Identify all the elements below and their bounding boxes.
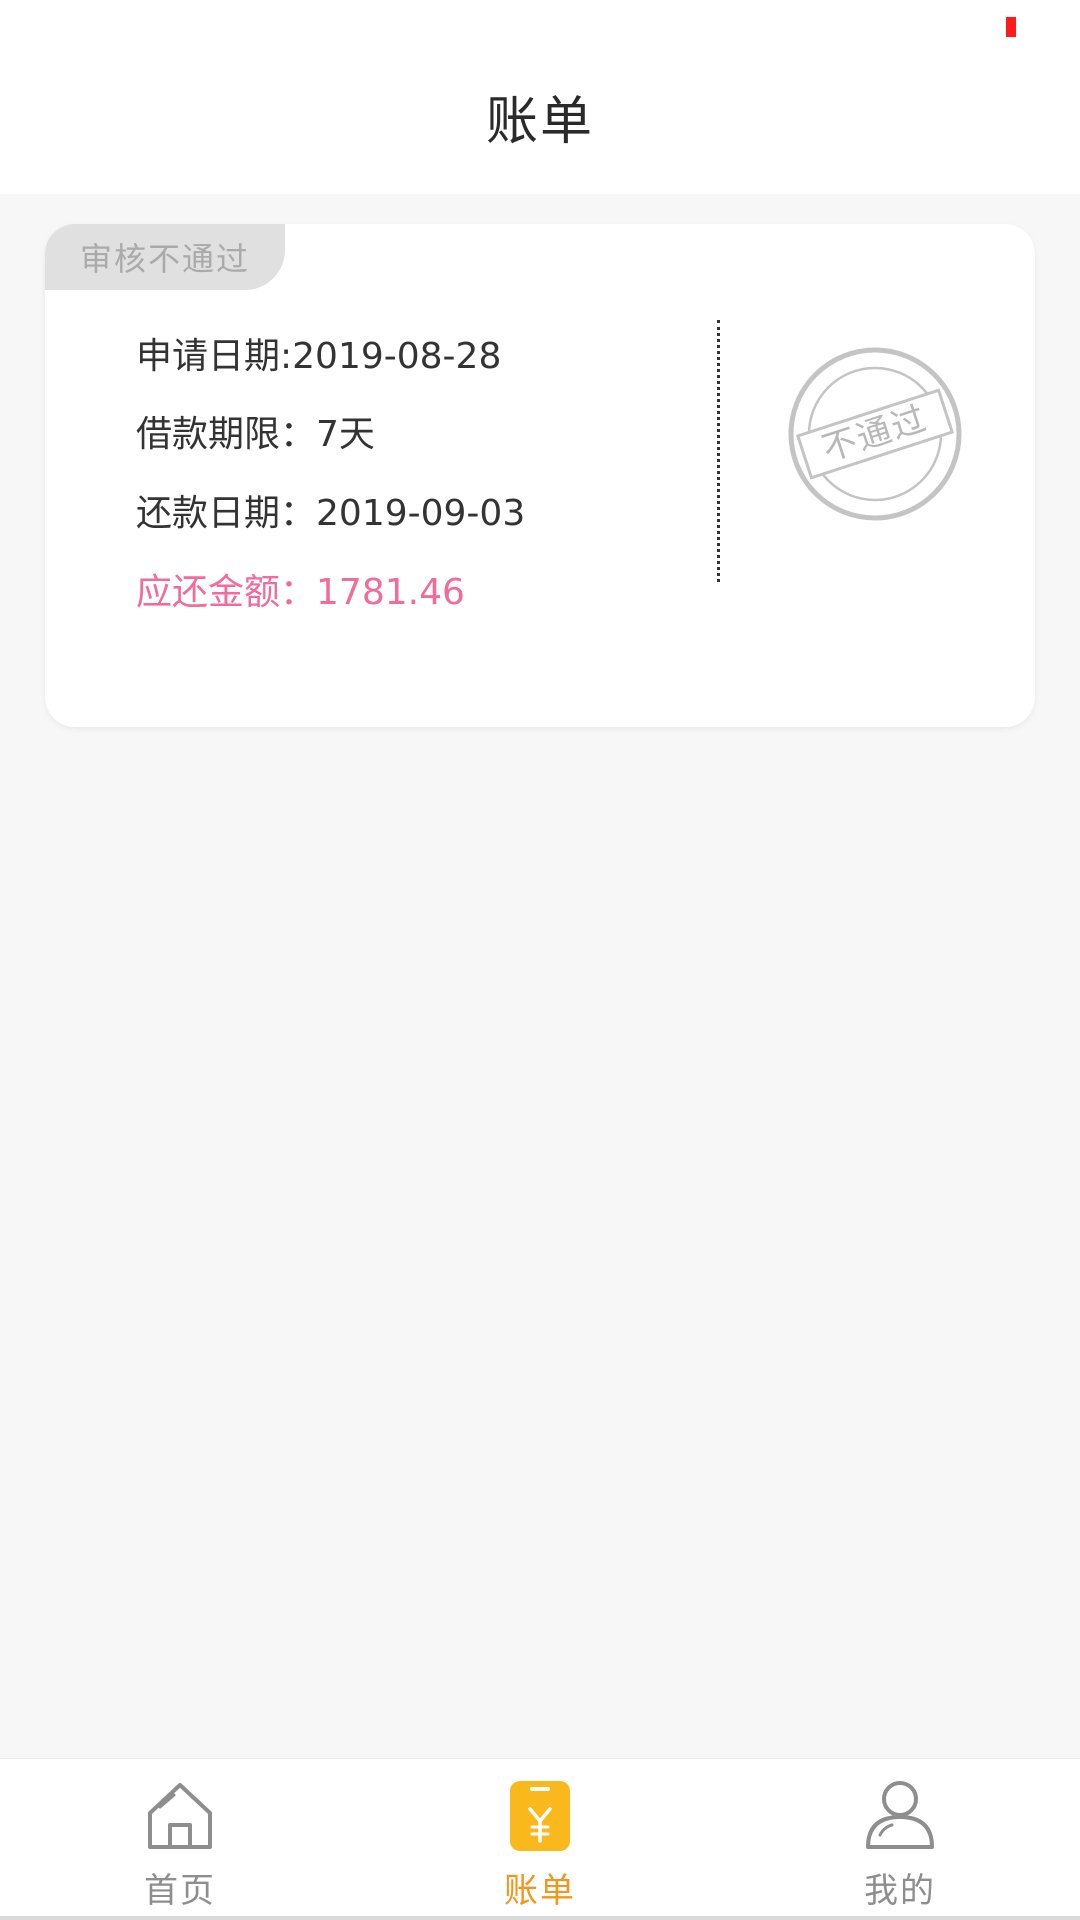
amount-due-label: 应还金额： bbox=[136, 572, 317, 613]
loan-term-label: 借款期限： bbox=[136, 414, 317, 455]
tab-bill[interactable]: 账单 bbox=[360, 1759, 720, 1919]
apply-date-row: 申请日期:2019-08-28 bbox=[136, 327, 501, 379]
amount-due-row: 应还金额：1781.46 bbox=[136, 563, 465, 615]
bottom-tab-bar: 首页 账单 我的 bbox=[0, 1758, 1080, 1920]
tab-home[interactable]: 首页 bbox=[0, 1759, 360, 1919]
home-icon bbox=[148, 1783, 212, 1849]
battery-indicator-icon bbox=[1006, 17, 1016, 37]
profile-icon bbox=[866, 1781, 934, 1849]
status-badge-label: 审核不通过 bbox=[79, 240, 250, 278]
page-title: 账单 bbox=[485, 91, 594, 152]
loan-term-value: 7天 bbox=[316, 414, 375, 455]
repay-date-row: 还款日期：2019-09-03 bbox=[136, 484, 525, 536]
status-bar bbox=[0, 0, 1080, 60]
repay-date-value: 2019-09-03 bbox=[316, 493, 526, 534]
status-badge: 审核不通过 bbox=[45, 224, 285, 290]
tab-bill-label: 账单 bbox=[504, 1871, 576, 1911]
bill-card[interactable]: 审核不通过 申请日期:2019-08-28 借款期限：7天 还款日期：2019-… bbox=[45, 224, 1035, 727]
rejected-stamp-icon: 不通过 bbox=[788, 347, 962, 521]
page-header: 账单 bbox=[0, 60, 1080, 194]
amount-due-value: 1781.46 bbox=[316, 572, 465, 613]
loan-term-row: 借款期限：7天 bbox=[136, 405, 375, 457]
tab-home-label: 首页 bbox=[144, 1871, 216, 1911]
tab-profile-label: 我的 bbox=[864, 1871, 936, 1911]
bottom-edge-bar bbox=[0, 1916, 1080, 1920]
dotted-divider bbox=[717, 320, 720, 582]
tab-profile[interactable]: 我的 bbox=[720, 1759, 1080, 1919]
repay-date-label: 还款日期： bbox=[136, 493, 317, 534]
stamp-text: 不通过 bbox=[817, 398, 932, 469]
apply-date-value: 2019-08-28 bbox=[292, 336, 502, 377]
bill-icon bbox=[510, 1781, 570, 1851]
apply-date-label: 申请日期: bbox=[136, 336, 293, 377]
